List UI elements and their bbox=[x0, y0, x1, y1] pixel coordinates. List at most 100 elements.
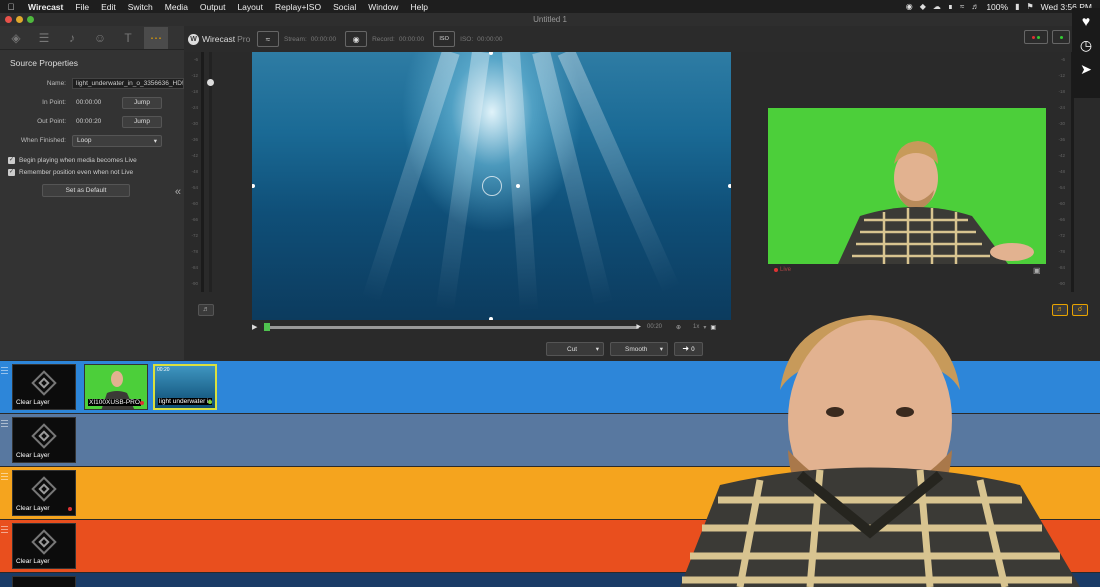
battery-percent[interactable]: 100% bbox=[986, 2, 1008, 12]
out-point-jump-button[interactable]: Jump bbox=[122, 115, 162, 128]
tab-chroma[interactable]: ☺ bbox=[88, 27, 112, 49]
out-point-row: Out Point: 00:00:20 Jump bbox=[0, 112, 184, 131]
iso-button[interactable]: ISO bbox=[433, 31, 456, 47]
status-indicators[interactable] bbox=[1024, 30, 1048, 44]
meter-ticks-right: -6 -12 -18 -24 -30 -36 -42 -48 -54 -60 -66 -72 -78 -8… bbox=[1058, 57, 1065, 286]
anchor-handle[interactable] bbox=[482, 176, 502, 196]
in-point-field[interactable]: 00:00:00 bbox=[72, 99, 122, 106]
shot-camera[interactable]: XI100XUSB-PRO bbox=[84, 364, 148, 410]
tab-source-properties[interactable]: ⋯ bbox=[144, 26, 168, 49]
drag-handle-icon[interactable]: ― ― ― bbox=[1, 417, 9, 430]
resize-handle-left[interactable] bbox=[252, 184, 255, 188]
record-button[interactable]: ◉ bbox=[345, 31, 368, 47]
layers-icon: ◈ bbox=[11, 30, 21, 45]
scrub-bar[interactable]: ▶ bbox=[264, 322, 641, 331]
menu-switch[interactable]: Switch bbox=[122, 2, 159, 12]
volume-slider-track[interactable] bbox=[209, 52, 212, 292]
stream-button[interactable]: ≈ bbox=[257, 31, 279, 47]
when-finished-row: When Finished: Loop ▾ bbox=[0, 131, 184, 150]
play-icon[interactable]: ▶ bbox=[252, 323, 264, 331]
drag-handle-icon[interactable]: ― ― ― bbox=[1, 523, 9, 536]
record-screen-icon[interactable]: ◉ bbox=[906, 2, 913, 11]
send-icon[interactable]: ➤ bbox=[1080, 62, 1092, 77]
bluetooth-icon[interactable]: ∎ bbox=[948, 2, 953, 11]
when-finished-select[interactable]: Loop ▾ bbox=[72, 134, 162, 147]
shot-label: light underwater ir bbox=[158, 398, 212, 405]
out-point-field[interactable]: 00:00:20 bbox=[72, 118, 122, 125]
battery-icon[interactable]: ▮ bbox=[1015, 2, 1019, 11]
person-icon: ☺ bbox=[93, 30, 107, 45]
in-point-jump-button[interactable]: Jump bbox=[122, 96, 162, 109]
shot-underwater[interactable]: 00:20 light underwater ir bbox=[153, 364, 217, 410]
shot-timer: 00:20 bbox=[157, 367, 170, 373]
resize-handle-top[interactable] bbox=[489, 52, 493, 55]
scrub-thumb[interactable] bbox=[264, 322, 270, 331]
tab-text[interactable]: T bbox=[116, 27, 140, 49]
menu-layout[interactable]: Layout bbox=[231, 2, 269, 12]
clock-icon[interactable]: ◷ bbox=[1080, 38, 1092, 53]
out-point-label: Out Point: bbox=[37, 118, 66, 125]
apple-icon[interactable]:  bbox=[0, 2, 22, 12]
tab-adjust[interactable]: ☰ bbox=[32, 27, 56, 49]
tab-layers[interactable]: ◈ bbox=[4, 27, 28, 49]
cut-transition-select[interactable]: Cut ▾ bbox=[546, 342, 604, 356]
menu-file[interactable]: File bbox=[69, 2, 95, 12]
live-indicator: Live bbox=[774, 267, 791, 273]
properties-tabs: ◈ ☰ ♪ ☺ T ⋯ bbox=[0, 26, 184, 50]
menu-edit[interactable]: Edit bbox=[95, 2, 122, 12]
close-window-icon[interactable] bbox=[5, 16, 12, 23]
menu-social[interactable]: Social bbox=[327, 2, 362, 12]
menu-app[interactable]: Wirecast bbox=[22, 2, 69, 12]
menu-window[interactable]: Window bbox=[362, 2, 404, 12]
collapse-panel-icon[interactable]: « bbox=[175, 186, 181, 198]
shot-clear-layer[interactable] bbox=[12, 576, 76, 587]
brand-edition: Pro bbox=[237, 34, 251, 44]
preview-canvas[interactable] bbox=[252, 52, 731, 320]
shot-label: Clear Layer bbox=[16, 399, 50, 406]
menu-replay-iso[interactable]: Replay+ISO bbox=[269, 2, 327, 12]
mute-button[interactable]: ♬ bbox=[198, 304, 214, 316]
remember-position-checkbox[interactable]: ✓ Remember position even when not Live bbox=[0, 166, 184, 178]
menu-media[interactable]: Media bbox=[159, 2, 194, 12]
menu-output[interactable]: Output bbox=[194, 2, 232, 12]
volume-slider-knob[interactable] bbox=[207, 79, 214, 86]
status-green-dot bbox=[1037, 35, 1040, 39]
webcam-overlay bbox=[660, 300, 1100, 587]
wifi-icon[interactable]: ≈ bbox=[960, 2, 964, 11]
resize-handle-bottom[interactable] bbox=[489, 317, 493, 320]
live-canvas[interactable] bbox=[768, 108, 1046, 264]
meter-ticks-left: -6 -12 -18 -24 -30 -36 -42 -48 -54 -60 -66 -72 -78 -8… bbox=[191, 57, 198, 286]
output-indicator[interactable] bbox=[1052, 30, 1070, 44]
monitor-icon[interactable]: ▣ bbox=[1033, 266, 1041, 275]
drag-handle-icon[interactable]: ― ― ― bbox=[1, 364, 9, 377]
set-as-default-button[interactable]: Set as Default bbox=[42, 184, 130, 197]
volume-icon[interactable]: ♬ bbox=[971, 2, 979, 11]
minimize-window-icon[interactable] bbox=[16, 16, 23, 23]
shot-clear-layer[interactable]: Clear Layer bbox=[12, 470, 76, 516]
status-red-dot bbox=[1032, 35, 1035, 39]
out-marker-icon[interactable]: ▶ bbox=[636, 323, 641, 330]
shot-clear-layer[interactable]: Clear Layer bbox=[12, 523, 76, 569]
dropbox-icon[interactable]: ◆ bbox=[920, 2, 926, 11]
presenter-figure bbox=[838, 141, 1034, 264]
shot-clear-layer[interactable]: Clear Layer bbox=[12, 417, 76, 463]
menu-bar:  Wirecast File Edit Switch Media Output… bbox=[0, 0, 1100, 13]
wifi-broadcast-icon: ≈ bbox=[265, 34, 271, 44]
speaker-icon: ♬ bbox=[202, 306, 210, 313]
flag-icon[interactable]: ⚑ bbox=[1026, 2, 1033, 11]
shot-clear-layer[interactable]: Clear Layer bbox=[12, 364, 76, 410]
name-field[interactable]: light_underwater_in_o_3356636_HD! bbox=[72, 78, 184, 89]
heart-icon[interactable]: ♥ bbox=[1082, 14, 1090, 29]
in-point-row: In Point: 00:00:00 Jump bbox=[0, 93, 184, 112]
begin-playing-checkbox[interactable]: ✓ Begin playing when media becomes Live bbox=[0, 154, 184, 166]
cut-label: Cut bbox=[567, 345, 578, 353]
remember-position-label: Remember position even when not Live bbox=[19, 168, 134, 176]
tab-audio[interactable]: ♪ bbox=[60, 27, 84, 49]
presenter-webcam bbox=[680, 315, 1080, 587]
resize-handle-right[interactable] bbox=[728, 184, 731, 188]
drag-handle-icon[interactable]: ― ― ― bbox=[1, 470, 9, 483]
cloud-icon[interactable]: ☁ bbox=[933, 2, 941, 11]
menu-help[interactable]: Help bbox=[404, 2, 433, 12]
rotate-handle[interactable] bbox=[516, 184, 520, 188]
zoom-window-icon[interactable] bbox=[27, 16, 34, 23]
